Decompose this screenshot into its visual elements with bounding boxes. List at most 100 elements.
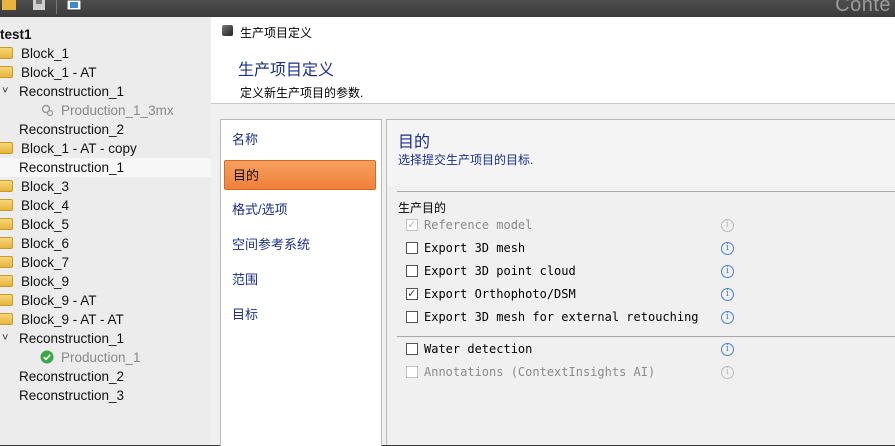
checkbox: ✓ xyxy=(406,217,418,231)
tree-item-label: Reconstruction_3 xyxy=(19,388,125,403)
tree-item[interactable]: Block_3 xyxy=(0,177,211,196)
tree-item[interactable]: Block_9 xyxy=(0,272,211,291)
folder-icon xyxy=(0,256,13,268)
tree-item-label: Block_6 xyxy=(21,236,70,251)
info-icon[interactable]: i xyxy=(721,311,734,324)
option-label: Export 3D mesh for external retouching xyxy=(424,310,699,324)
purpose-page: 目的 选择提交生产项目的目标. 生产目的 ✓ Reference model i Ex… xyxy=(386,119,895,445)
wizard-step[interactable]: 名称 xyxy=(224,125,376,155)
dialog-titlebar: 生产项目定义 xyxy=(211,17,895,45)
folder-icon xyxy=(0,275,13,287)
section-divider xyxy=(397,191,895,192)
checkbox[interactable] xyxy=(406,311,418,323)
toolbar: Conte xyxy=(0,0,895,17)
tree-item-label: Reconstruction_1 xyxy=(19,160,125,175)
wizard-step[interactable]: 范围 xyxy=(224,265,376,295)
wizard-step[interactable]: 格式/选项 xyxy=(224,195,376,225)
success-check-icon xyxy=(40,350,54,364)
tree-item[interactable]: Block_5 xyxy=(0,215,211,234)
tree-item-label: Reconstruction_2 xyxy=(19,122,125,137)
option-label: Export 3D mesh xyxy=(424,241,526,255)
check-icon: ✓ xyxy=(408,286,416,300)
tree-item-label: test1 xyxy=(0,27,32,42)
tree-item[interactable]: Block_1 - AT xyxy=(0,63,211,82)
folder-icon xyxy=(0,142,13,154)
section-header: 目的 选择提交生产项目的目标. xyxy=(387,120,895,186)
folder-icon xyxy=(0,199,13,211)
tree-item[interactable]: test1 xyxy=(0,25,211,44)
checkbox[interactable] xyxy=(406,242,418,254)
tree-item[interactable]: ˅ Reconstruction_1 xyxy=(0,82,211,101)
section-title: 目的 xyxy=(398,134,431,151)
tree-item-label: Block_7 xyxy=(21,255,70,270)
tree-item-label: Block_1 - AT xyxy=(21,65,97,80)
dialog-window-title: 生产项目定义 xyxy=(240,26,313,40)
tree-item[interactable]: Block_9 - AT - AT xyxy=(0,310,211,329)
folder-icon xyxy=(0,237,13,249)
tree-item[interactable]: Block_4 xyxy=(0,196,211,215)
save-icon[interactable] xyxy=(32,0,46,12)
wizard-step[interactable]: 目的 xyxy=(224,160,376,190)
tree-item-label: Reconstruction_2 xyxy=(19,369,125,384)
check-icon: ✓ xyxy=(408,217,416,231)
tree-item[interactable]: Reconstruction_2 xyxy=(0,120,211,139)
info-icon[interactable]: i xyxy=(721,242,734,255)
gear-icon xyxy=(41,104,54,117)
checkbox[interactable]: ✓ xyxy=(406,286,418,300)
app-title: Conte xyxy=(835,0,891,16)
folder-icon xyxy=(0,313,13,325)
expand-arrow-icon[interactable]: ˅ xyxy=(2,329,8,348)
tree-item[interactable]: Reconstruction_1 xyxy=(0,158,211,177)
options-divider xyxy=(397,336,895,337)
checkbox[interactable] xyxy=(406,265,418,277)
project-tree[interactable]: test1 Block_1 Block_1 - AT ˅ Reconstruction_… xyxy=(0,17,212,445)
open-folder-icon[interactable] xyxy=(2,0,16,12)
option-label: Water detection xyxy=(424,342,533,356)
tree-item[interactable]: Block_9 - AT xyxy=(0,291,211,310)
folder-icon xyxy=(0,180,13,192)
folder-icon xyxy=(0,218,13,230)
tree-item[interactable]: ˅ Reconstruction_1 xyxy=(0,329,211,348)
option-label: Export Orthophoto/DSM xyxy=(424,287,576,301)
folder-icon xyxy=(0,47,13,59)
dialog-heading: 生产项目定义 xyxy=(238,62,335,79)
tree-item-label: Production_1 xyxy=(61,350,141,365)
tree-item[interactable]: Block_7 xyxy=(0,253,211,272)
folder-icon xyxy=(0,66,13,78)
tree-item-label: Block_9 - AT - AT xyxy=(21,312,124,327)
folder-icon xyxy=(0,294,13,306)
tree-item-label: Block_3 xyxy=(21,179,70,194)
group-label: 生产目的 xyxy=(398,201,447,215)
expand-arrow-icon[interactable]: ˅ xyxy=(2,82,8,101)
tree-item-label: Production_1_3mx xyxy=(61,103,174,118)
tree-item[interactable]: Reconstruction_3 xyxy=(0,386,211,405)
tree-item[interactable]: Production_1_3mx xyxy=(0,101,211,120)
tree-item-label: Block_5 xyxy=(21,217,70,232)
wizard-steps: 名称目的格式/选项空间参考系统 范围目标 xyxy=(220,119,382,446)
info-icon[interactable]: i xyxy=(721,265,734,278)
info-icon[interactable]: i xyxy=(721,219,734,232)
tree-item[interactable]: Production_1 xyxy=(0,348,211,367)
tree-item[interactable]: Block_1 xyxy=(0,44,211,63)
tree-item[interactable]: Block_6 xyxy=(0,234,211,253)
dialog-header: 生产项目定义 定义新生产项目的参数. xyxy=(211,45,895,104)
production-definition-dialog: 生产项目定义 生产项目定义 定义新生产项目的参数. 名称 目的 格式/选项 空间参考系… xyxy=(211,17,895,446)
tree-item[interactable]: Reconstruction_2 xyxy=(0,367,211,386)
section-description: 选择提交生产项目的目标. xyxy=(398,153,534,167)
checkbox xyxy=(406,366,418,378)
image-icon[interactable] xyxy=(67,0,81,12)
info-icon[interactable]: i xyxy=(721,366,734,379)
option-label: Export 3D point cloud xyxy=(424,264,576,278)
tree-item-label: Block_4 xyxy=(21,198,70,213)
tree-item-label: Block_9 xyxy=(21,274,70,289)
tree-item-label: Block_9 - AT xyxy=(21,293,97,308)
tree-item[interactable]: Block_1 - AT - copy xyxy=(0,139,211,158)
tree-item-label: Block_1 - AT - copy xyxy=(21,141,137,156)
wizard-step[interactable]: 目标 xyxy=(224,300,376,330)
checkbox[interactable] xyxy=(406,343,418,355)
info-icon[interactable]: i xyxy=(721,288,734,301)
option-label: Annotations (ContextInsights AI) xyxy=(424,365,656,379)
info-icon[interactable]: i xyxy=(721,343,734,356)
tree-item-label: Reconstruction_1 xyxy=(19,84,125,99)
wizard-step[interactable]: 空间参考系统 xyxy=(224,230,376,260)
